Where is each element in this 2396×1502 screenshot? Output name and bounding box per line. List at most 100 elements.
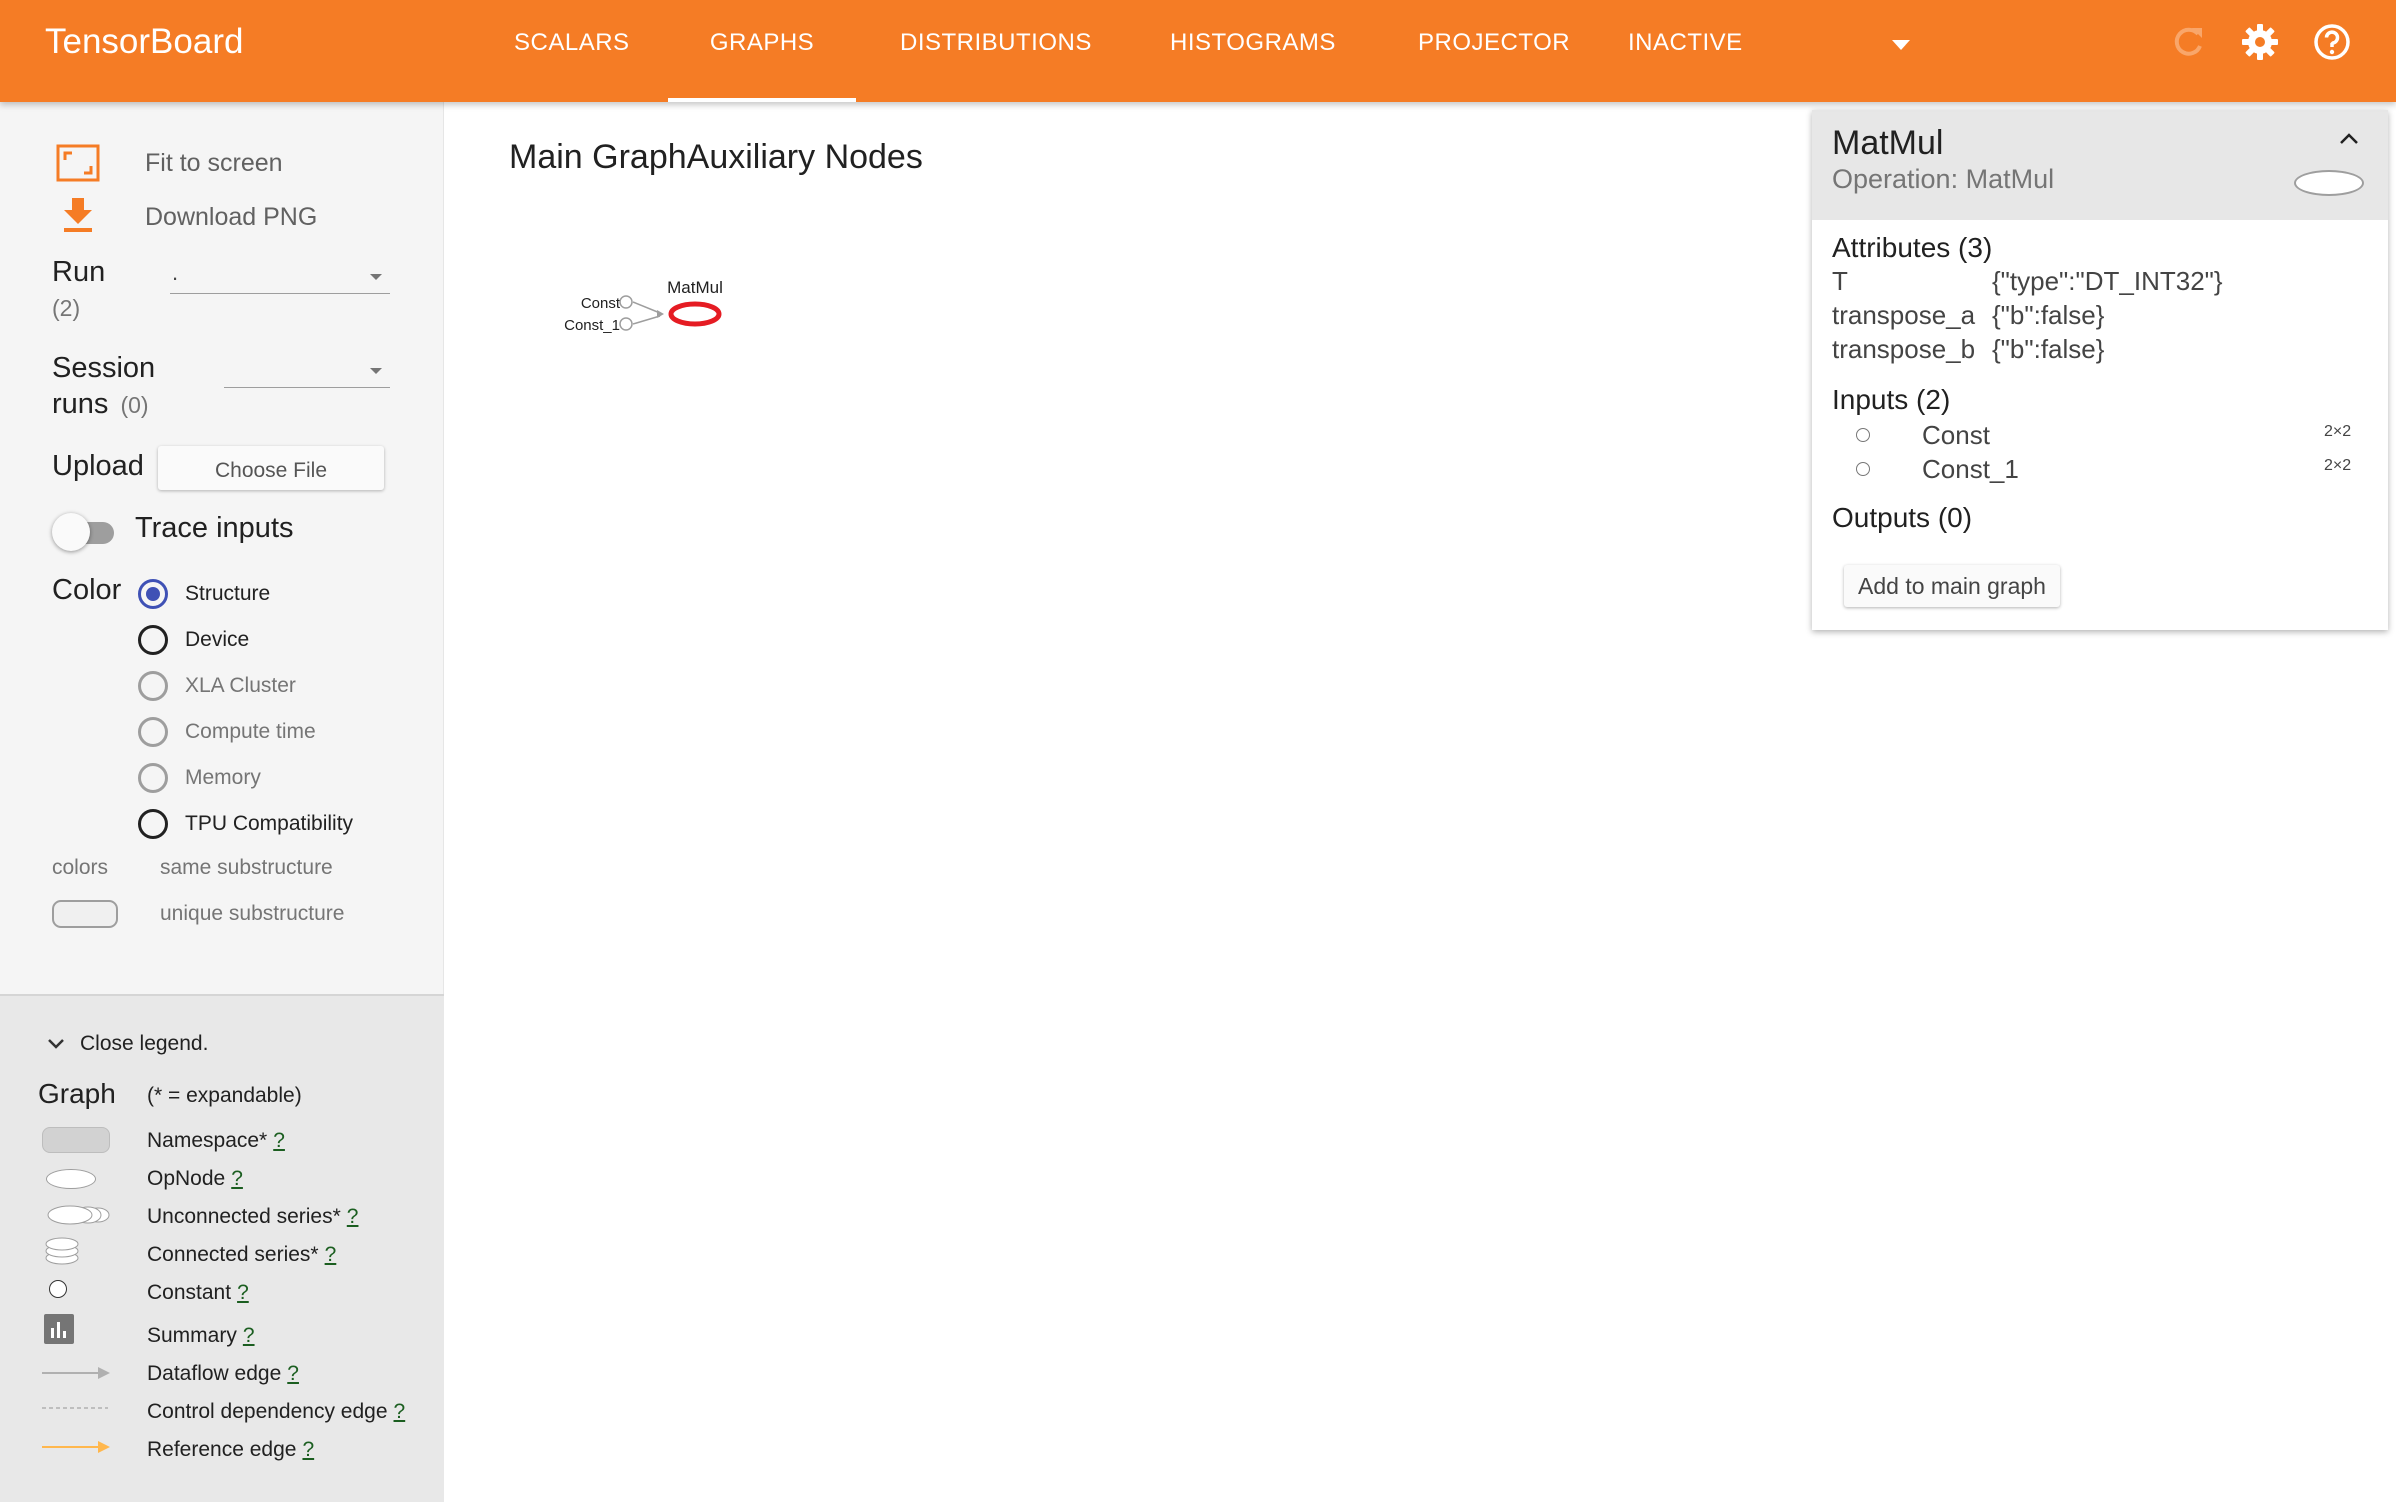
attr-value: {"b":false}	[1992, 334, 2105, 364]
radio-structure-label: Structure	[185, 582, 271, 605]
radio-compute-time-label: Compute time	[185, 720, 316, 743]
help-link[interactable]: ?	[273, 1129, 285, 1152]
session-runs-select[interactable]	[224, 354, 390, 388]
node-label-matmul: MatMul	[667, 278, 723, 297]
session-runs-label-line2: runs	[52, 388, 109, 420]
run-label: Run	[52, 256, 106, 288]
unique-substructure-swatch	[52, 900, 118, 928]
control-dependency-edge-legend-icon	[42, 1407, 108, 1409]
radio-memory-label: Memory	[185, 766, 261, 789]
opnode-legend-icon	[46, 1169, 96, 1189]
fit-to-screen-icon[interactable]	[56, 144, 100, 182]
node-label-const-1: Const_1	[564, 317, 620, 334]
radio-device-label: Device	[185, 628, 250, 651]
graph-controls-sidebar: Fit to screen Download PNG Run (2) . Ses…	[0, 102, 444, 1502]
tab-distributions[interactable]: DISTRIBUTIONS	[900, 0, 1091, 102]
choose-file-button[interactable]: Choose File	[158, 446, 384, 490]
tab-graphs[interactable]: GRAPHS	[668, 0, 856, 102]
fit-to-screen-button[interactable]: Fit to screen	[145, 149, 283, 178]
chevron-down-icon	[370, 274, 382, 280]
chevron-down-icon	[370, 368, 382, 374]
radio-compute-time[interactable]	[138, 717, 168, 747]
input-name[interactable]: Const	[1922, 420, 1990, 451]
legend-graph-title: Graph	[38, 1078, 116, 1109]
run-select[interactable]: .	[170, 260, 390, 294]
edge-const1-matmul	[632, 315, 661, 325]
session-runs-label-line1: Session	[52, 352, 156, 384]
graph-title: Main GraphAuxiliary Nodes	[509, 138, 923, 176]
toggle-knob	[52, 513, 90, 551]
radio-device[interactable]	[138, 625, 168, 655]
tab-inactive[interactable]: INACTIVE	[1628, 0, 1742, 102]
attr-key: transpose_a	[1832, 300, 1976, 330]
node-info-card: MatMul Operation: MatMul Attributes (3) …	[1812, 110, 2388, 630]
graph-canvas[interactable]: Const Const_1 MatMul	[540, 268, 740, 348]
close-legend-link[interactable]: Close legend.	[80, 1032, 208, 1056]
node-matmul-selected[interactable]	[668, 301, 722, 327]
inactive-dropdown-caret-icon[interactable]	[1892, 40, 1910, 50]
dataflow-edge-legend-icon	[42, 1367, 110, 1379]
radio-structure[interactable]	[138, 579, 168, 609]
same-substructure-label: same substructure	[160, 856, 333, 879]
attr-key: transpose_b	[1832, 334, 1976, 364]
node-label-const: Const	[581, 295, 621, 312]
color-label: Color	[52, 574, 122, 606]
help-link[interactable]: ?	[231, 1167, 243, 1190]
tab-projector[interactable]: PROJECTOR	[1418, 0, 1570, 102]
node-const[interactable]	[619, 295, 633, 309]
legend-constant: Constant?	[147, 1281, 249, 1304]
input-const-1-icon	[1856, 462, 1870, 476]
help-link[interactable]: ?	[287, 1362, 299, 1385]
colors-caption: colors	[52, 856, 109, 879]
upload-label: Upload	[52, 450, 144, 482]
radio-xla-cluster[interactable]	[138, 671, 168, 701]
constant-legend-icon	[49, 1280, 67, 1298]
graph-legend: Close legend. Graph (* = expandable) Nam…	[0, 994, 444, 1502]
legend-summary: Summary?	[147, 1324, 255, 1347]
help-link[interactable]: ?	[237, 1281, 249, 1304]
download-png-button[interactable]: Download PNG	[145, 203, 317, 232]
edge-arrowhead	[657, 310, 664, 318]
radio-xla-cluster-label: XLA Cluster	[185, 674, 296, 697]
inputs-header: Inputs (2)	[1832, 384, 1951, 415]
download-icon[interactable]	[62, 196, 94, 234]
tab-scalars[interactable]: SCALARS	[514, 0, 629, 102]
radio-tpu-compatibility-label: TPU Compatibility	[185, 812, 354, 835]
legend-unconnected-series: Unconnected series*?	[147, 1205, 359, 1228]
attr-value: {"type":"DT_INT32"}	[1992, 266, 2223, 296]
add-to-main-graph-button[interactable]: Add to main graph	[1844, 565, 2060, 607]
radio-tpu-compatibility[interactable]	[138, 809, 168, 839]
input-const-icon	[1856, 428, 1870, 442]
help-link[interactable]: ?	[243, 1324, 255, 1347]
attr-value: {"b":false}	[1992, 300, 2105, 330]
node-const-1[interactable]	[619, 317, 633, 331]
help-link[interactable]: ?	[302, 1438, 314, 1461]
top-app-bar: TensorBoard SCALARS GRAPHS DISTRIBUTIONS…	[0, 0, 2396, 102]
radio-memory[interactable]	[138, 763, 168, 793]
app-title: TensorBoard	[45, 22, 244, 61]
legend-connected-series: Connected series*?	[147, 1243, 337, 1266]
trace-inputs-label: Trace inputs	[135, 512, 294, 544]
attr-key: T	[1832, 266, 1848, 296]
chevron-down-icon[interactable]	[46, 1036, 66, 1052]
legend-opnode: OpNode?	[147, 1167, 243, 1190]
namespace-legend-icon	[42, 1127, 110, 1153]
session-runs-count: (0)	[120, 392, 149, 418]
edge-const-matmul	[632, 301, 661, 314]
legend-control-dependency-edge: Control dependency edge?	[147, 1400, 406, 1423]
tab-histograms[interactable]: HISTOGRAMS	[1170, 0, 1335, 102]
input-shape: 2×2	[2324, 423, 2352, 440]
chevron-up-icon[interactable]	[2338, 132, 2360, 146]
summary-legend-icon	[44, 1314, 74, 1344]
help-icon[interactable]	[2312, 22, 2352, 62]
help-link[interactable]: ?	[394, 1400, 406, 1423]
input-name[interactable]: Const_1	[1922, 454, 2019, 485]
trace-inputs-toggle[interactable]	[52, 511, 118, 551]
node-info-header: MatMul Operation: MatMul	[1812, 110, 2388, 220]
refresh-icon[interactable]	[2168, 22, 2208, 62]
help-link[interactable]: ?	[347, 1205, 359, 1228]
settings-gear-icon[interactable]	[2240, 22, 2280, 62]
unconnected-series-legend-icon	[47, 1205, 110, 1225]
reference-edge-legend-icon	[42, 1441, 110, 1453]
help-link[interactable]: ?	[325, 1243, 337, 1266]
